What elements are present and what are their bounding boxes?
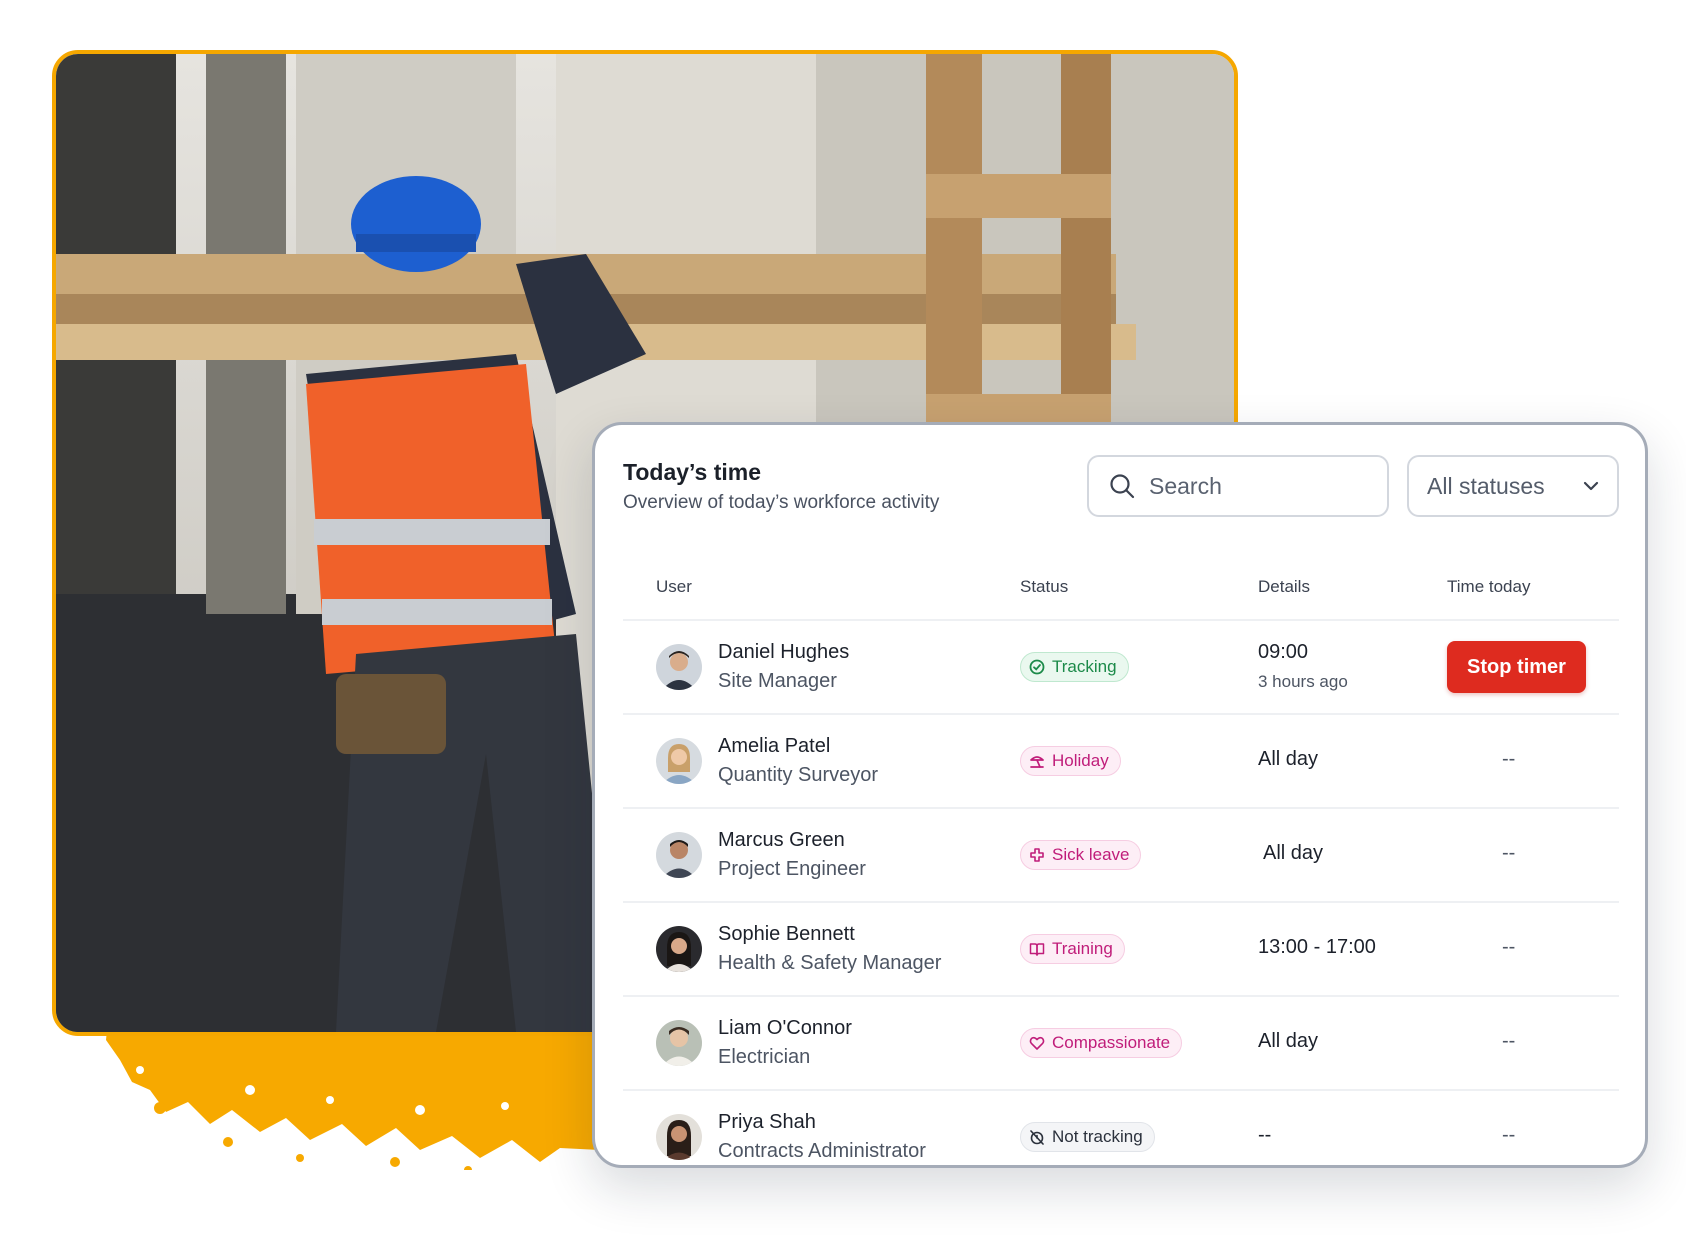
card-subtitle: Overview of today’s workforce activity bbox=[623, 492, 940, 513]
status-badge: Compassionate bbox=[1020, 1028, 1183, 1058]
stop-timer-button[interactable]: Stop timer bbox=[1447, 641, 1586, 693]
table-row[interactable]: Amelia Patel Quantity Surveyor Holiday A… bbox=[623, 715, 1619, 809]
table-row[interactable]: Sophie Bennett Health & Safety Manager T… bbox=[623, 903, 1619, 997]
status-label: Sick leave bbox=[1052, 845, 1130, 864]
details-value: All day bbox=[1258, 1030, 1319, 1052]
time-today-value: -- bbox=[1502, 936, 1516, 958]
column-header-user: User bbox=[656, 577, 692, 596]
details-subtext: 3 hours ago bbox=[1258, 672, 1348, 691]
status-badge: Sick leave bbox=[1020, 840, 1142, 870]
status-badge: Not tracking bbox=[1020, 1122, 1155, 1152]
column-header-time-today: Time today bbox=[1447, 577, 1531, 596]
user-role: Health & Safety Manager bbox=[718, 952, 942, 974]
column-header-status: Status bbox=[1020, 577, 1069, 596]
todays-time-card: Today’s time Overview of today’s workfor… bbox=[592, 422, 1648, 1168]
activity-table: User Status Details Time today Daniel Hu… bbox=[623, 555, 1619, 1165]
avatar bbox=[656, 644, 702, 690]
avatar bbox=[656, 738, 702, 784]
user-role: Electrician bbox=[718, 1046, 811, 1068]
details-value: 09:00 bbox=[1258, 641, 1309, 663]
user-name: Marcus Green bbox=[718, 829, 845, 851]
column-header-details: Details bbox=[1258, 577, 1310, 596]
user-name: Priya Shah bbox=[718, 1111, 816, 1133]
not-tracking-icon bbox=[1030, 1130, 1044, 1145]
details-value: All day bbox=[1263, 842, 1324, 864]
user-name: Sophie Bennett bbox=[718, 923, 855, 945]
avatar bbox=[656, 1114, 702, 1160]
status-filter-value: All statuses bbox=[1427, 472, 1545, 499]
table-row[interactable]: Liam O'Connor Electrician Compassionate … bbox=[623, 997, 1619, 1091]
table-row[interactable]: Daniel Hughes Site Manager Tracking 09:0… bbox=[623, 621, 1619, 715]
user-name: Daniel Hughes bbox=[718, 641, 850, 663]
status-label: Not tracking bbox=[1052, 1127, 1143, 1146]
time-today-value: -- bbox=[1502, 1030, 1516, 1052]
training-icon bbox=[1029, 943, 1045, 956]
details-value: -- bbox=[1258, 1124, 1272, 1146]
user-role: Project Engineer bbox=[718, 858, 866, 880]
holiday-icon bbox=[1030, 756, 1044, 768]
card-title: Today’s time bbox=[623, 459, 762, 485]
table-row[interactable]: Priya Shah Contracts Administrator Not t… bbox=[623, 1091, 1619, 1165]
avatar bbox=[656, 926, 702, 972]
user-role: Site Manager bbox=[718, 670, 837, 692]
status-badge: Holiday bbox=[1020, 746, 1121, 776]
tracking-icon bbox=[1029, 659, 1045, 675]
table-header: User Status Details Time today bbox=[623, 555, 1619, 621]
user-role: Contracts Administrator bbox=[718, 1140, 926, 1162]
status-filter-dropdown[interactable]: All statuses bbox=[1407, 455, 1619, 517]
table-row[interactable]: Marcus Green Project Engineer Sick leave… bbox=[623, 809, 1619, 903]
time-today-value: -- bbox=[1502, 1124, 1516, 1146]
status-label: Training bbox=[1052, 939, 1113, 958]
sick-leave-icon bbox=[1030, 848, 1044, 862]
details-value: 13:00 - 17:00 bbox=[1258, 936, 1376, 958]
avatar bbox=[656, 1020, 702, 1066]
user-name: Amelia Patel bbox=[718, 735, 831, 757]
status-label: Holiday bbox=[1052, 751, 1109, 770]
status-badge: Tracking bbox=[1020, 652, 1129, 682]
status-label: Tracking bbox=[1052, 657, 1117, 676]
search-icon bbox=[1110, 474, 1135, 499]
search-box[interactable] bbox=[1087, 455, 1389, 517]
details-value: All day bbox=[1258, 748, 1319, 770]
status-badge: Training bbox=[1020, 934, 1125, 964]
search-input[interactable] bbox=[1147, 471, 1371, 501]
user-role: Quantity Surveyor bbox=[718, 764, 879, 786]
avatar bbox=[656, 832, 702, 878]
status-label: Compassionate bbox=[1052, 1033, 1171, 1052]
heart-icon bbox=[1029, 1036, 1045, 1050]
chevron-down-icon bbox=[1583, 481, 1599, 491]
time-today-value: -- bbox=[1502, 842, 1516, 864]
user-name: Liam O'Connor bbox=[718, 1017, 852, 1039]
time-today-value: -- bbox=[1502, 748, 1516, 770]
